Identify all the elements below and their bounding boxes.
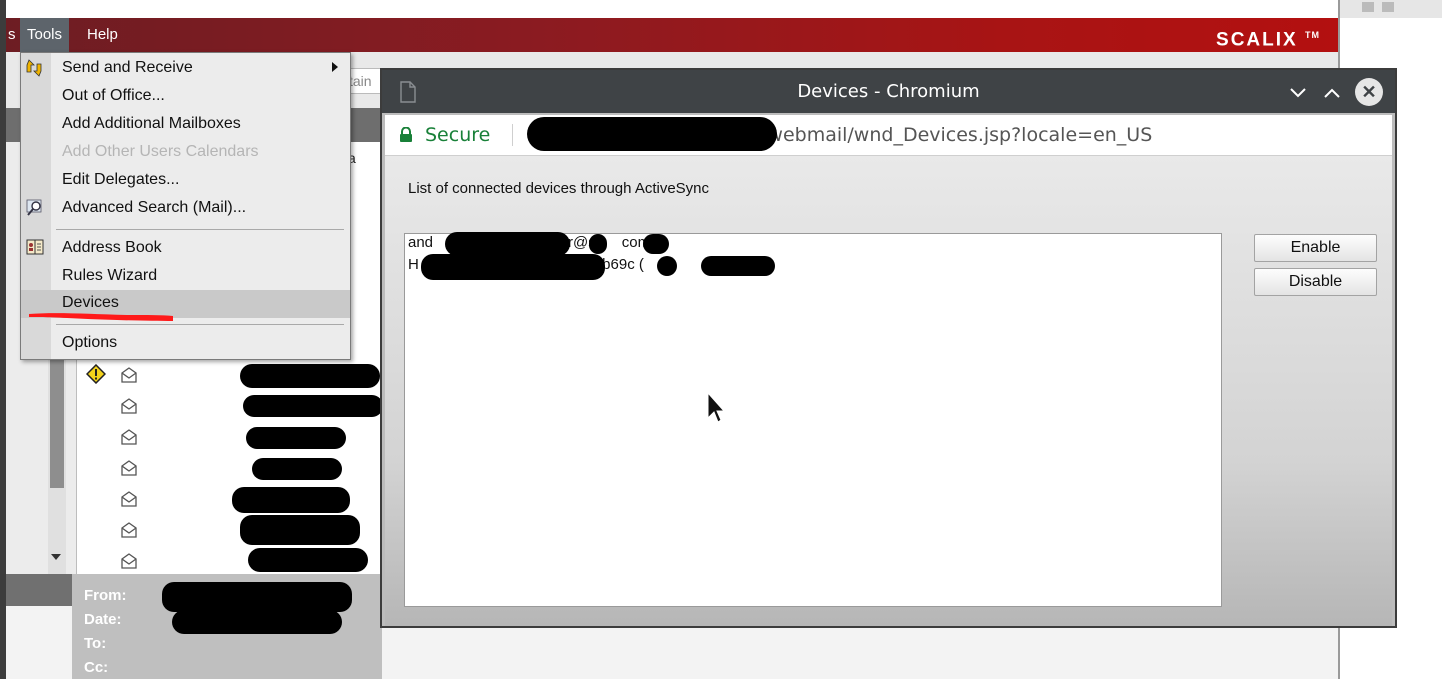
list-item[interactable] <box>78 360 382 391</box>
red-underline-annotation <box>29 313 173 321</box>
menu-help[interactable]: Help <box>80 18 125 52</box>
date-label: Date: <box>84 611 122 628</box>
envelope-icon <box>121 398 137 414</box>
menu-item-add-additional-mailboxes[interactable]: Add Additional Mailboxes <box>21 110 350 138</box>
envelope-icon <box>121 460 137 476</box>
envelope-icon <box>121 367 137 383</box>
list-item[interactable] <box>78 484 382 515</box>
menu-item-add-other-users-calendars: Add Other Users Calendars <box>21 138 350 166</box>
mouse-pointer-icon <box>707 392 726 423</box>
scroll-down-arrow-icon[interactable] <box>51 554 61 560</box>
menu-item-label: Add Other Users Calendars <box>62 143 259 160</box>
menu-tools[interactable]: Tools <box>20 18 70 52</box>
preview-corner <box>6 574 72 606</box>
list-item[interactable] <box>78 422 382 453</box>
enable-button[interactable]: Enable <box>1254 234 1377 262</box>
menu-separator <box>56 324 344 325</box>
to-label: To: <box>84 635 107 652</box>
from-label: From: <box>84 587 127 604</box>
scalix-logo: SCALIX TM <box>1216 29 1320 51</box>
device-listbox[interactable]: and(r@scom) H3b69c (@n) <box>404 232 1222 607</box>
menu-item-label: Send and Receive <box>62 59 193 76</box>
list-item[interactable] <box>78 453 382 484</box>
address-book-icon <box>26 239 44 255</box>
popup-titlebar[interactable]: Devices - Chromium ✕ <box>382 70 1395 113</box>
menu-item-address-book[interactable]: Address Book <box>21 234 350 262</box>
menu-item-label: Address Book <box>62 239 162 256</box>
send-receive-icon <box>26 59 42 77</box>
app-menubar: s Tools Help SCALIX TM <box>6 18 1338 52</box>
list-item[interactable] <box>78 515 382 546</box>
menu-item-label: Options <box>62 334 118 351</box>
close-icon[interactable]: ✕ <box>1355 78 1383 106</box>
menu-item-send-and-receive[interactable]: Send and Receive <box>21 54 350 82</box>
envelope-icon <box>121 553 137 569</box>
devices-panel: List of connected devices through Active… <box>385 156 1392 626</box>
menu-item-label: Edit Delegates... <box>62 171 180 188</box>
url-redaction <box>527 117 777 151</box>
secure-label: Secure <box>425 124 491 146</box>
menu-item-label: Advanced Search (Mail)... <box>62 199 247 216</box>
cc-label: Cc: <box>84 659 109 676</box>
menu-item-label: Add Additional Mailboxes <box>62 115 241 132</box>
envelope-icon <box>121 522 137 538</box>
minimize-icon[interactable] <box>1285 79 1311 105</box>
preview-header: From: Date: To: Cc: sca <box>72 574 437 679</box>
window-top-strip <box>6 0 1338 18</box>
menu-item-rules-wizard[interactable]: Rules Wizard <box>21 262 350 290</box>
menu-item-edit-delegates[interactable]: Edit Delegates... <box>21 166 350 194</box>
address-divider <box>512 124 513 146</box>
menu-separator <box>56 229 344 230</box>
menu-item-out-of-office[interactable]: Out of Office... <box>21 82 350 110</box>
envelope-icon <box>121 491 137 507</box>
device-list-caption: List of connected devices through Active… <box>408 180 710 197</box>
maximize-icon[interactable] <box>1319 79 1345 105</box>
lock-icon <box>400 127 412 142</box>
menu-item-advanced-search[interactable]: Advanced Search (Mail)... <box>21 194 350 222</box>
menu-item-label: Out of Office... <box>62 87 165 104</box>
devices-popup-window: Devices - Chromium ✕ Secure /webmail/wnd… <box>380 68 1397 628</box>
list-item[interactable] <box>78 391 383 422</box>
disable-button[interactable]: Disable <box>1254 268 1377 296</box>
warning-icon <box>86 364 106 384</box>
menu-item-label: Rules Wizard <box>62 267 158 284</box>
menu-partial-item[interactable]: s <box>6 18 18 52</box>
submenu-arrow-icon <box>332 62 338 72</box>
list-item[interactable] <box>78 546 382 577</box>
tools-dropdown-menu: Send and Receive Out of Office... Add Ad… <box>20 52 351 360</box>
popup-title: Devices - Chromium <box>797 81 980 102</box>
advanced-search-icon <box>26 199 42 216</box>
menu-item-options[interactable]: Options <box>21 329 350 357</box>
address-bar[interactable]: Secure /webmail/wnd_Devices.jsp?locale=e… <box>385 115 1392 156</box>
envelope-icon <box>121 429 137 445</box>
